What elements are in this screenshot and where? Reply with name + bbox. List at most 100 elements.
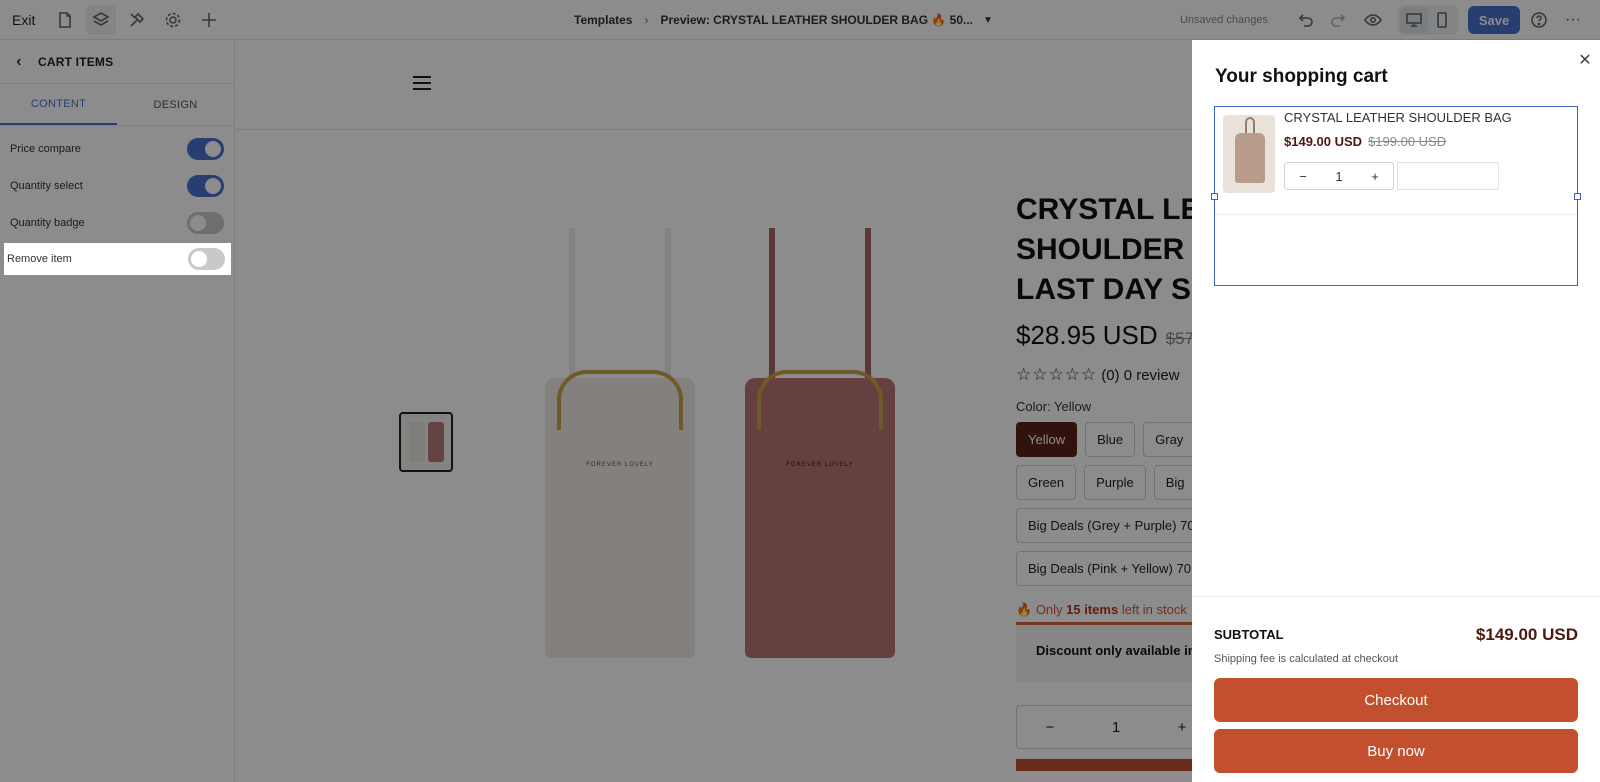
gear-icon[interactable]: [158, 5, 188, 35]
editor-toolbar: Exit Templates › Preview: CRYSTAL LEATHE…: [0, 0, 1600, 40]
save-button[interactable]: Save: [1468, 6, 1520, 34]
product-title: CRYSTAL LEA SHOULDER B LAST DAY SA: [1016, 193, 1192, 306]
help-icon[interactable]: [1524, 5, 1554, 35]
layers-icon[interactable]: [86, 4, 116, 35]
bundle-option[interactable]: Big Deals (Grey + Purple) 70: [1016, 508, 1192, 543]
shipping-note: Shipping fee is calculated at checkout: [1214, 653, 1399, 665]
cart-item: CRYSTAL LEATHER SHOULDER BAG $149.00 USD…: [1215, 107, 1577, 215]
more-options-icon[interactable]: ···: [1558, 5, 1588, 35]
save-status: Unsaved changes: [1179, 14, 1268, 26]
cart-quantity-stepper: − 1 +: [1284, 162, 1394, 190]
subtotal-label: SUBTOTAL: [1214, 627, 1284, 642]
cart-drawer: ✕ Your shopping cart CRYSTAL LEATHER SHO…: [1192, 40, 1600, 782]
exit-button[interactable]: Exit: [0, 12, 44, 28]
add-icon[interactable]: [194, 5, 224, 35]
setting-quantity-select: Quantity select: [4, 167, 230, 204]
product-rating[interactable]: ☆☆☆☆☆ (0) 0 review: [1016, 365, 1192, 385]
page-dropdown-icon[interactable]: ▼: [983, 15, 993, 26]
preview-eye-icon[interactable]: [1358, 5, 1388, 35]
toggle-knob: [205, 177, 221, 194]
variant-purple[interactable]: Purple: [1084, 465, 1146, 500]
product-image: FOREVER LOVELY FOREVER LOVELY: [525, 228, 915, 676]
breadcrumb: Templates › Preview: CRYSTAL LEATHER SHO…: [574, 0, 993, 40]
quantity-badge-toggle[interactable]: [187, 211, 224, 234]
tab-content[interactable]: CONTENT: [0, 84, 117, 125]
remove-item-toggle[interactable]: [188, 248, 225, 270]
quantity-select-toggle[interactable]: [187, 174, 224, 197]
product-info: CRYSTAL LEA SHOULDER B LAST DAY SA $28.9…: [1016, 190, 1192, 771]
cart-item-name[interactable]: CRYSTAL LEATHER SHOULDER BAG: [1284, 110, 1512, 125]
setting-price-compare: Price compare: [4, 130, 230, 167]
add-to-cart-button[interactable]: [1016, 759, 1192, 771]
menu-icon[interactable]: [413, 76, 431, 90]
toggle-knob: [190, 214, 206, 231]
discount-banner: Discount only available in: [1016, 625, 1192, 681]
variant-blue[interactable]: Blue: [1085, 422, 1136, 457]
setting-quantity-badge: Quantity badge: [4, 204, 230, 241]
mobile-icon[interactable]: [1428, 7, 1456, 33]
tab-design[interactable]: DESIGN: [117, 84, 234, 125]
price-compare-toggle[interactable]: [187, 137, 224, 160]
stock-notice: 🔥 Only 15 items left in stock: [1016, 602, 1187, 617]
panel-header: ‹ CART ITEMS: [0, 40, 234, 84]
settings-panel: ‹ CART ITEMS CONTENT DESIGN Price compar…: [0, 40, 235, 782]
setting-label: Quantity badge: [10, 216, 85, 229]
pages-icon[interactable]: [50, 5, 80, 35]
cart-item-price: $149.00 USD $199.00 USD: [1284, 134, 1447, 149]
quantity-stepper: − 1 +: [1016, 705, 1192, 749]
variant-gray[interactable]: Gray: [1143, 422, 1192, 457]
remove-item-placeholder: [1397, 162, 1499, 190]
qty-value[interactable]: 1: [1083, 719, 1149, 736]
cart-qty-minus-button[interactable]: −: [1285, 169, 1321, 184]
variant-yellow[interactable]: Yellow: [1016, 422, 1078, 457]
product-thumbnail[interactable]: [399, 412, 453, 472]
breadcrumb-current-page: Preview: CRYSTAL LEATHER SHOULDER BAG 🔥 …: [660, 13, 974, 27]
cart-title: Your shopping cart: [1215, 66, 1388, 87]
tools-icon[interactable]: [122, 5, 152, 35]
color-label: Color: Yellow: [1016, 399, 1092, 414]
white-bag-image: FOREVER LOVELY: [545, 228, 695, 658]
buy-now-button[interactable]: Buy now: [1214, 729, 1578, 773]
breadcrumb-templates-link[interactable]: Templates: [574, 13, 632, 27]
cart-item-compare-price: $199.00 USD: [1368, 134, 1447, 149]
setting-label: Remove item: [7, 253, 72, 265]
setting-label: Quantity select: [10, 179, 83, 192]
device-switcher: [1398, 5, 1458, 35]
cart-item-image: [1223, 115, 1275, 193]
store-header: [235, 40, 1192, 130]
variant-green[interactable]: Green: [1016, 465, 1077, 500]
setting-remove-item: Remove item: [4, 243, 231, 275]
pink-bag-image: FOREVER LOVELY: [745, 228, 895, 658]
star-rating-icon: ☆☆☆☆☆: [1016, 365, 1098, 384]
checkout-button[interactable]: Checkout: [1214, 678, 1578, 722]
undo-icon[interactable]: [1290, 5, 1320, 35]
compare-price: $57: [1165, 329, 1192, 348]
desktop-icon[interactable]: [1400, 7, 1428, 33]
breadcrumb-separator-icon: ›: [644, 13, 649, 27]
panel-tabs: CONTENT DESIGN: [0, 84, 234, 126]
back-arrow-icon[interactable]: ‹: [0, 53, 38, 71]
settings-list: Price compare Quantity select Quantity b…: [0, 126, 234, 241]
toggle-knob: [191, 251, 207, 267]
variant-big[interactable]: Big: [1153, 465, 1192, 500]
redo-icon[interactable]: [1324, 5, 1354, 35]
bag-brand-label: FOREVER LOVELY: [786, 462, 854, 468]
setting-label: Price compare: [10, 142, 81, 155]
panel-title: CART ITEMS: [38, 54, 114, 69]
close-icon[interactable]: ✕: [1576, 50, 1594, 70]
preview-canvas: FOREVER LOVELY FOREVER LOVELY CRYSTAL LE…: [235, 40, 1192, 782]
toggle-knob: [205, 140, 221, 157]
cart-qty-plus-button[interactable]: +: [1357, 169, 1393, 184]
fire-icon: 🔥: [1016, 602, 1033, 617]
product-price: $28.95 USD $57: [1016, 320, 1192, 351]
qty-plus-button[interactable]: +: [1149, 719, 1192, 736]
cart-qty-value[interactable]: 1: [1321, 169, 1357, 184]
subtotal-value: $149.00 USD: [1475, 625, 1578, 644]
cart-footer: SUBTOTAL $149.00 USD Shipping fee is cal…: [1192, 596, 1600, 782]
variant-options: Yellow Blue Gray Green Purple Big: [1016, 422, 1192, 500]
bag-brand-label: FOREVER LOVELY: [586, 462, 654, 468]
toolbar-right-group: Unsaved changes Save ···: [1180, 0, 1588, 40]
qty-minus-button[interactable]: −: [1017, 719, 1083, 736]
bundle-option[interactable]: Big Deals (Pink + Yellow) 70: [1016, 551, 1192, 586]
cart-items-block[interactable]: CRYSTAL LEATHER SHOULDER BAG $149.00 USD…: [1211, 106, 1581, 286]
